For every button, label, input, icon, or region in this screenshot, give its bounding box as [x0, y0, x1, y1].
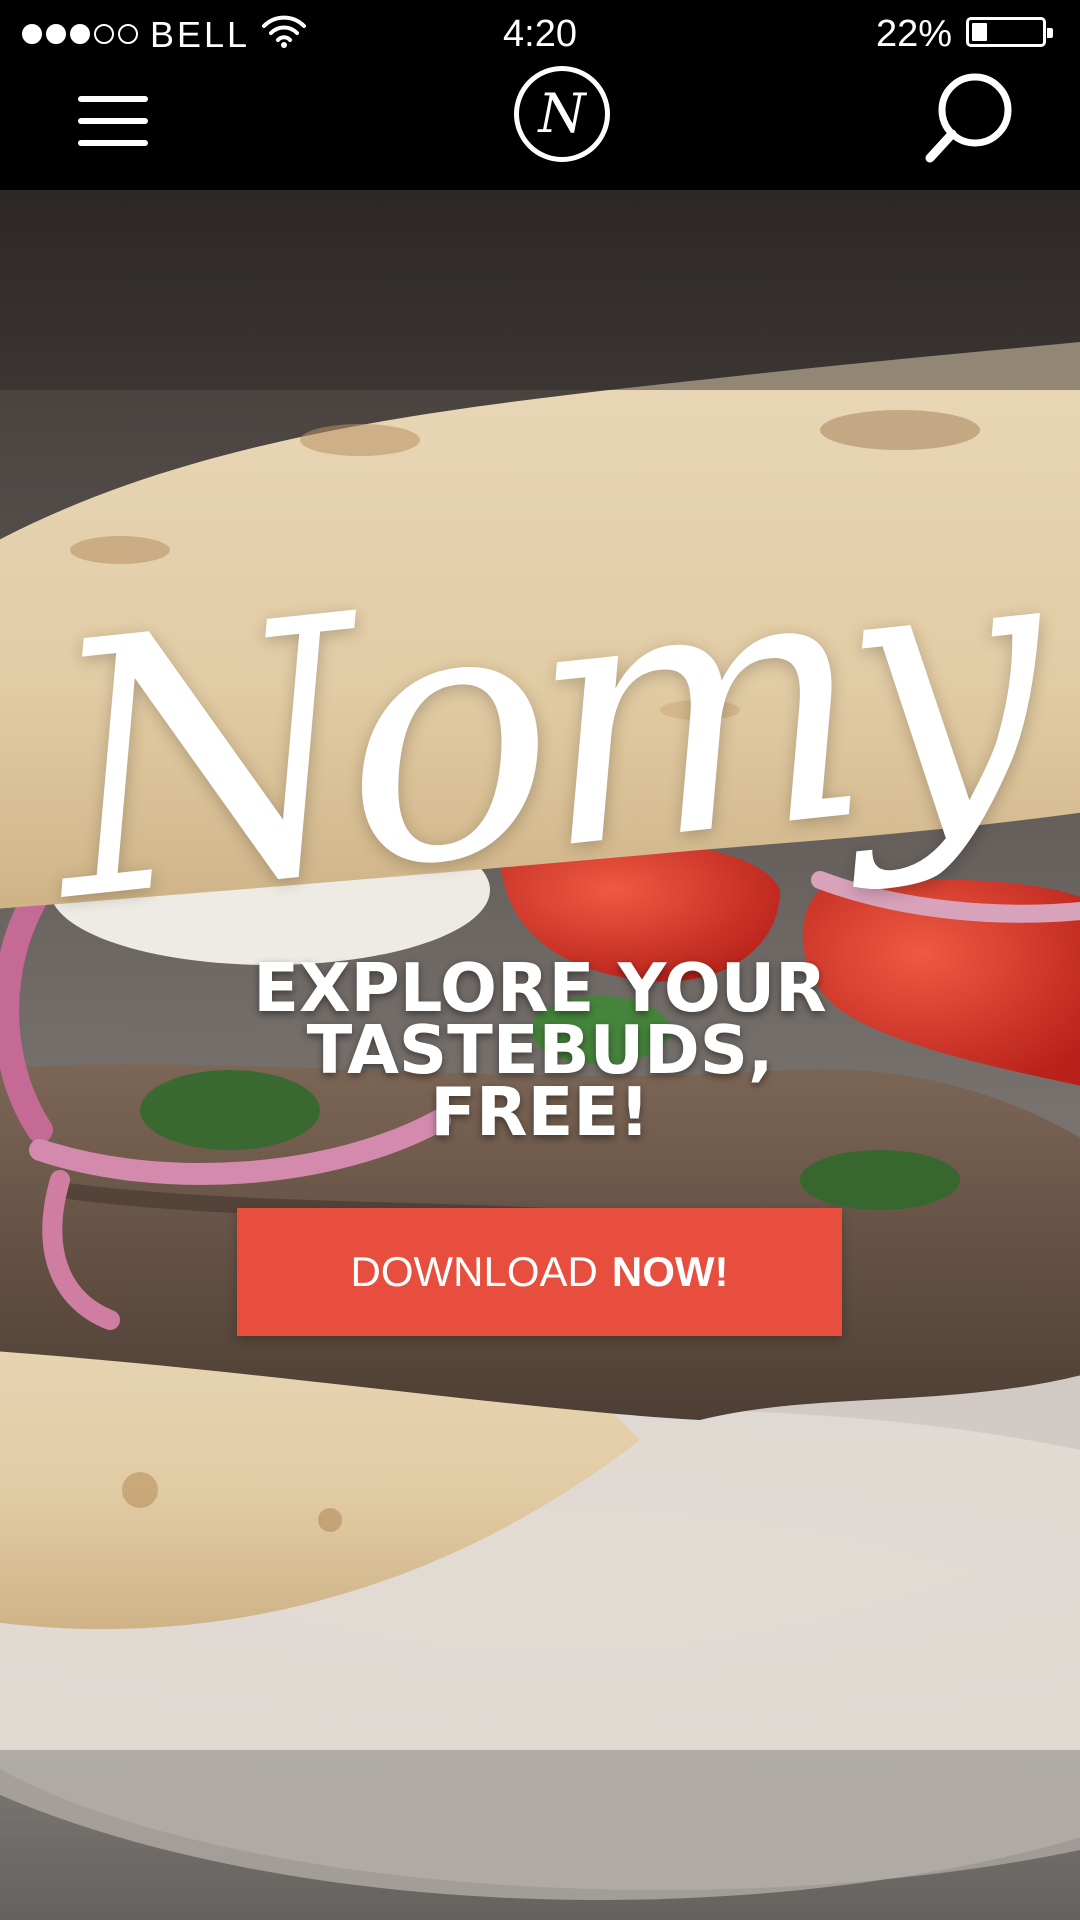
char-spot [820, 410, 980, 450]
status-bar: BELL 4:20 22% [0, 0, 1080, 68]
battery-percentage: 22% [875, 13, 952, 55]
hero-section: Nomy EXPLORE YOUR TASTEBUDS, FREE! DOWNL… [0, 190, 1080, 1920]
hamburger-icon-line [78, 140, 148, 146]
logo-badge[interactable]: N [514, 66, 610, 162]
battery-icon [966, 17, 1053, 47]
battery-terminal [1047, 28, 1053, 38]
hamburger-icon-line [78, 118, 148, 124]
download-label: DOWNLOAD [350, 1248, 598, 1295]
now-label: NOW! [611, 1248, 729, 1295]
battery-level-fill [972, 23, 987, 41]
hamburger-icon-line [78, 96, 148, 102]
tagline-line: TASTEBUDS, [306, 1011, 774, 1089]
app-screen: BELL 4:20 22% N Nomy EXPLORE YOUR TASTEB… [0, 0, 1080, 1920]
char-spot [122, 1472, 158, 1508]
brand-name: Nomy [34, 471, 1046, 979]
tagline-line: FREE! [430, 1073, 650, 1151]
logo-letter: N [538, 82, 586, 145]
search-icon[interactable] [920, 66, 1020, 166]
vignette-bottom [0, 1750, 1080, 1920]
char-spot [300, 424, 420, 456]
menu-button[interactable] [78, 96, 150, 146]
download-now-button[interactable]: DOWNLOAD NOW! [237, 1208, 842, 1336]
herb-leaf [800, 1150, 960, 1210]
top-bar: BELL 4:20 22% N [0, 0, 1080, 190]
char-spot [318, 1508, 342, 1532]
tagline-line: EXPLORE YOUR [253, 949, 827, 1027]
vignette-top [0, 190, 1080, 390]
tagline: EXPLORE YOUR TASTEBUDS, FREE! [0, 949, 1080, 1151]
